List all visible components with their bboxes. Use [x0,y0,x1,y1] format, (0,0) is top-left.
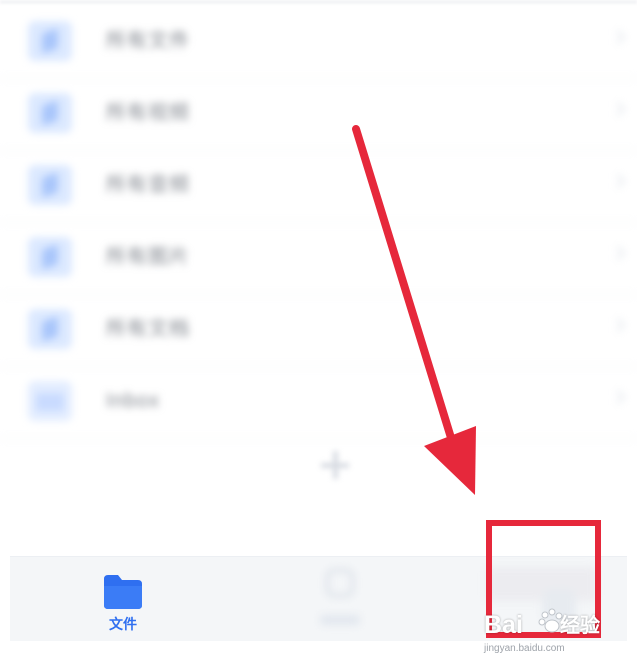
watermark-brand: Bai [484,611,523,639]
chevron-right-icon [610,317,626,333]
chevron-right-icon [610,101,626,117]
app-screen: 所有文件 所有视频 所有音频 所有图片 所有文档 Inbox 文件 Bai 经验… [0,0,637,669]
list-item[interactable]: 所有视频 [0,78,637,151]
chevron-right-icon [610,389,626,405]
list-item-label: 所有音频 [106,174,190,196]
list-item-label: 所有视频 [106,102,190,124]
list-item-label: Inbox [106,390,160,412]
add-icon[interactable] [318,448,352,482]
list-item-label: 所有图片 [106,246,190,268]
tab-files[interactable]: 文件 [88,571,158,639]
list-item[interactable]: Inbox [0,366,637,439]
list-item[interactable]: 所有文件 [0,6,637,79]
tab-files-label: 文件 [109,616,137,632]
top-divider [0,0,637,4]
chevron-right-icon [610,29,626,45]
document-icon [28,21,72,61]
document-icon [28,93,72,133]
list-item[interactable]: 所有音频 [0,150,637,223]
file-list: 所有文件 所有视频 所有音频 所有图片 所有文档 Inbox [0,6,637,439]
chevron-right-icon [610,173,626,189]
folder-icon [104,575,142,609]
folder-icon [28,381,72,421]
grid-icon [326,569,354,597]
document-icon [28,237,72,277]
list-item[interactable]: 所有文档 [0,294,637,367]
list-item-label: 所有文档 [106,318,190,340]
list-item-label: 所有文件 [106,30,190,52]
list-item[interactable]: 所有图片 [0,222,637,295]
document-icon [28,309,72,349]
document-icon [28,165,72,205]
watermark-url: jingyan.baidu.com [484,643,565,654]
watermark-suffix: 经验 [560,615,600,637]
tab-middle[interactable] [314,565,370,635]
tab-middle-label [320,615,360,625]
chevron-right-icon [610,245,626,261]
watermark: Bai 经验 jingyan.baidu.com [484,606,637,669]
